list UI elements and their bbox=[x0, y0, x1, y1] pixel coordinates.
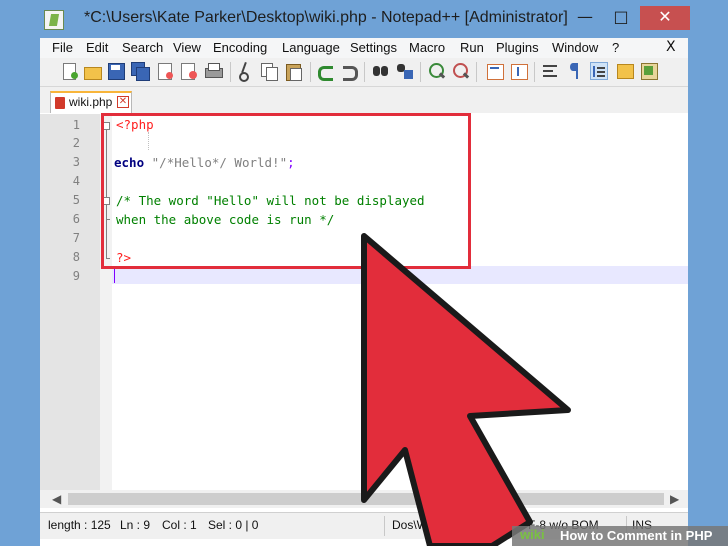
wikihow-watermark: wiki How to Comment in PHP bbox=[512, 526, 728, 546]
watermark-caption: How to Comment in PHP bbox=[560, 528, 713, 543]
wikihow-logo: wiki bbox=[520, 527, 545, 542]
arrow-pointer-icon bbox=[361, 233, 571, 546]
notepad-plus-plus-window: *C:\Users\Kate Parker\Desktop\wiki.php -… bbox=[0, 0, 728, 546]
